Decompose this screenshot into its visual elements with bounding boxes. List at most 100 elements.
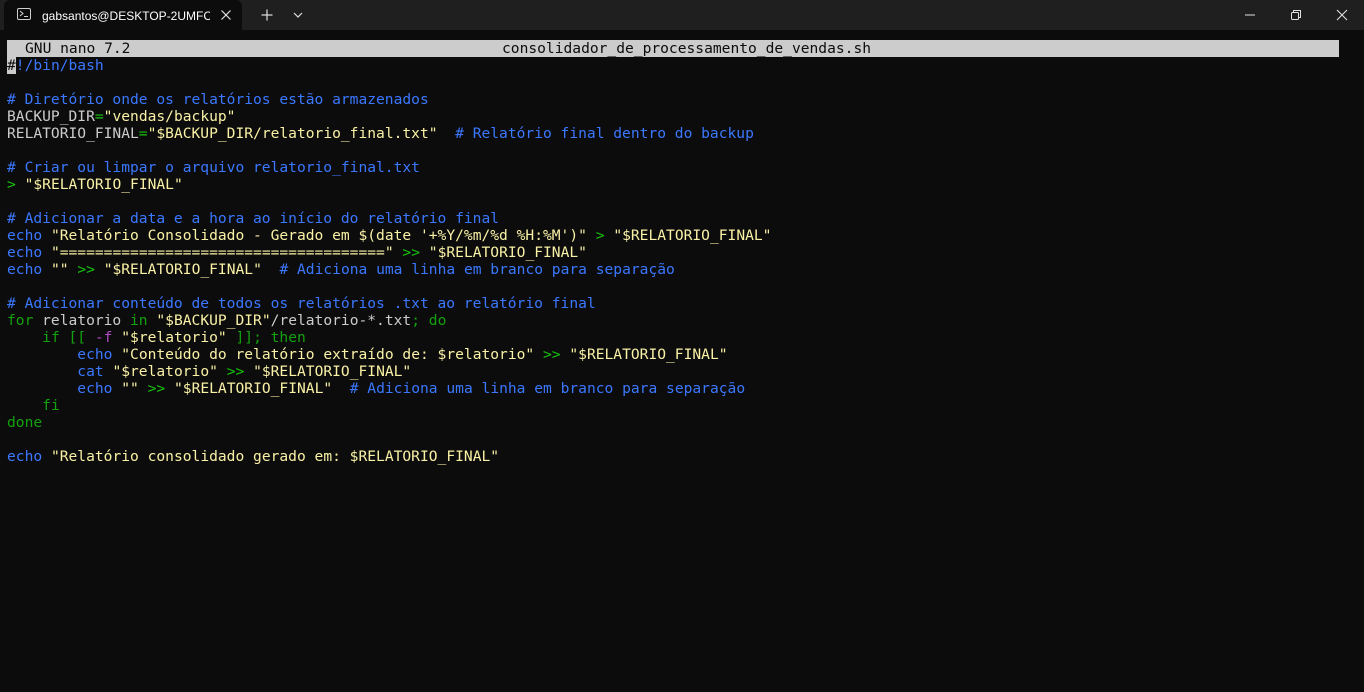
code-string: "$RELATORIO_FINAL": [428, 244, 587, 261]
code-keyword: in: [130, 312, 148, 329]
code-line: for relatorio in "$BACKUP_DIR"/relatorio…: [7, 312, 1347, 329]
code-string: "Relatório consolidado gerado em: $RELAT…: [50, 448, 500, 465]
code-keyword: for: [7, 312, 34, 329]
terminal-tab[interactable]: gabsantos@DESKTOP-2UMFC: [4, 0, 242, 30]
tab-title: gabsantos@DESKTOP-2UMFC: [42, 9, 210, 23]
code-editor-buffer[interactable]: #!/bin/bash # Diretório onde os relatóri…: [7, 57, 1347, 465]
code-builtin: echo: [7, 227, 43, 244]
code-line: # Criar ou limpar o arquivo relatorio_fi…: [7, 159, 1347, 176]
code-builtin: echo: [7, 244, 43, 261]
code-operator: >>: [226, 363, 245, 380]
code-line: if [[ -f "$relatorio" ]]; then: [7, 329, 1347, 346]
code-string: "$BACKUP_DIR/relatorio_final.txt": [147, 125, 438, 142]
code-string: "$relatorio": [121, 329, 227, 346]
code-operator: >: [595, 227, 605, 244]
minimize-icon[interactable]: [1242, 7, 1258, 23]
code-text: relatorio: [33, 312, 131, 329]
code-string: "$RELATORIO_FINAL": [569, 346, 728, 363]
close-icon[interactable]: [218, 7, 234, 23]
code-line: RELATORIO_FINAL="$BACKUP_DIR/relatorio_f…: [7, 125, 1347, 142]
terminal-viewport[interactable]: GNU nano 7.2 consolidador_de_processamen…: [0, 30, 1364, 692]
code-comment: # Adicionar conteúdo de todos os relatór…: [7, 295, 596, 312]
code-operator: >>: [77, 261, 95, 278]
code-line: echo "" >> "$RELATORIO_FINAL" # Adiciona…: [7, 261, 1347, 278]
code-builtin: echo: [77, 380, 113, 397]
code-comment: # Diretório onde os relatórios estão arm…: [7, 91, 429, 108]
code-builtin: echo: [7, 448, 43, 465]
nano-version: GNU nano 7.2: [25, 40, 131, 57]
code-operator: >>: [147, 380, 166, 397]
code-line: cat "$relatorio" >> "$RELATORIO_FINAL": [7, 363, 1347, 380]
code-comment: # Adiciona uma linha em branco para sepa…: [279, 261, 675, 278]
code-comment: # Criar ou limpar o arquivo relatorio_fi…: [7, 159, 420, 176]
code-text: /relatorio-*.txt: [270, 312, 412, 329]
code-comment: # Adiciona uma linha em branco para sepa…: [349, 380, 746, 397]
code-text: BACKUP_DIR: [7, 108, 95, 125]
code-keyword: done: [7, 414, 43, 431]
code-string: "": [121, 380, 139, 397]
code-text: RELATORIO_FINAL: [7, 125, 139, 142]
chevron-down-icon[interactable]: [290, 7, 306, 23]
text-cursor: #: [7, 57, 16, 74]
window-title-bar: gabsantos@DESKTOP-2UMFC: [0, 0, 1364, 30]
code-keyword: if [[: [42, 329, 87, 346]
code-line: echo "==================================…: [7, 244, 1347, 261]
code-line: # Adicionar a data e a hora ao início do…: [7, 210, 1347, 227]
code-line: BACKUP_DIR="vendas/backup": [7, 108, 1347, 125]
code-string: "$relatorio": [112, 363, 218, 380]
code-operator: >>: [543, 346, 561, 363]
code-keyword: fi: [42, 397, 60, 414]
code-builtin: cat: [77, 363, 104, 380]
code-string: "$RELATORIO_FINAL": [613, 227, 772, 244]
code-line: echo "Relatório Consolidado - Gerado em …: [7, 227, 1347, 244]
code-string: "$RELATORIO_FINAL": [174, 380, 333, 397]
code-string: "$BACKUP_DIR": [156, 312, 271, 329]
code-line: #!/bin/bash: [7, 57, 1347, 74]
close-icon[interactable]: [1334, 7, 1350, 23]
terminal-icon: [17, 8, 31, 20]
code-line: echo "Relatório consolidado gerado em: $…: [7, 448, 1347, 465]
code-string: "Conteúdo do relatório extraído de: $rel…: [121, 346, 535, 363]
code-keyword: ]]; then: [235, 329, 306, 346]
code-string: "Relatório Consolidado - Gerado em $(dat…: [50, 227, 587, 244]
code-operator: =: [138, 125, 148, 142]
plus-icon[interactable]: [259, 7, 275, 23]
code-line: done: [7, 414, 1347, 431]
code-comment: # Adicionar a data e a hora ao início do…: [7, 210, 500, 227]
code-operator: =: [94, 108, 104, 125]
code-operator: >: [7, 176, 16, 193]
code-string: "$RELATORIO_FINAL": [253, 363, 412, 380]
code-line: # Adicionar conteúdo de todos os relatór…: [7, 295, 1347, 312]
restore-icon[interactable]: [1288, 7, 1304, 23]
code-string: "$RELATORIO_FINAL": [24, 176, 183, 193]
code-string: "=====================================": [50, 244, 394, 261]
code-line: # Diretório onde os relatórios estão arm…: [7, 91, 1347, 108]
code-string: "": [50, 261, 69, 278]
code-line: echo "Conteúdo do relatório extraído de:…: [7, 346, 1347, 363]
code-builtin: echo: [7, 261, 43, 278]
